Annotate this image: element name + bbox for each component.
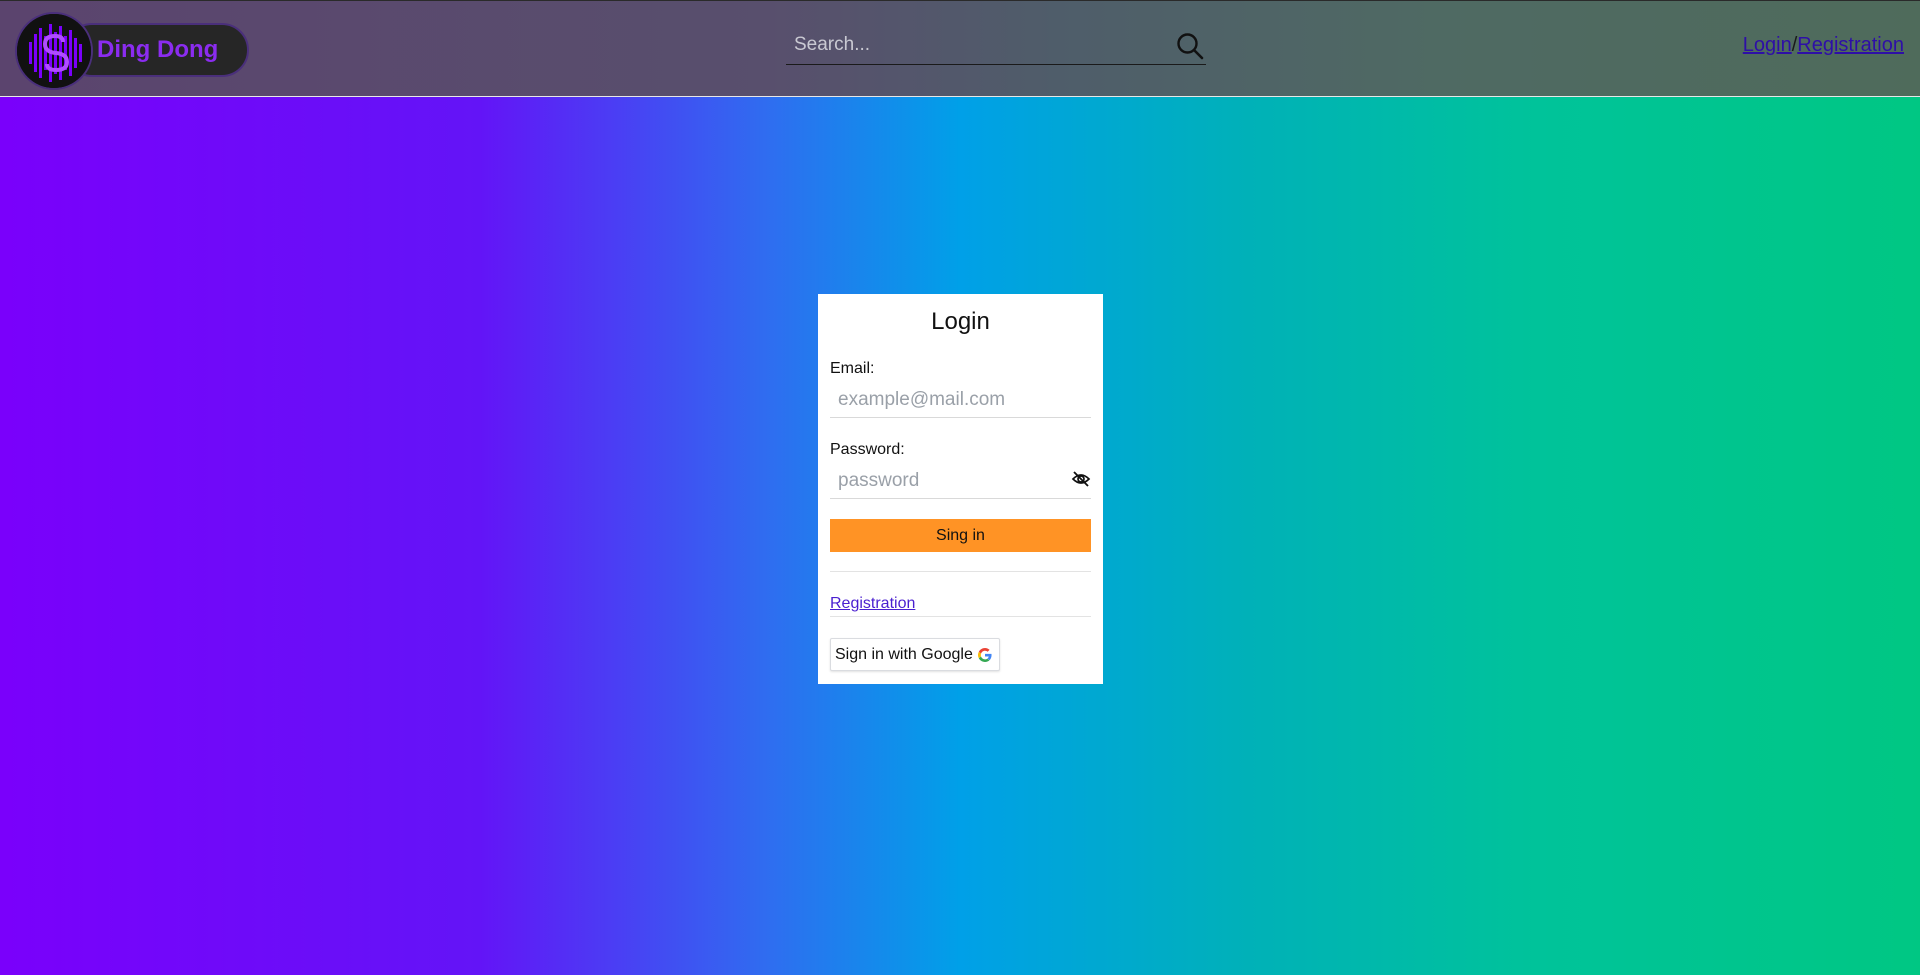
sign-in-button[interactable]: Sing in (830, 519, 1091, 552)
sound-wave-logo-icon (15, 12, 93, 90)
email-label: Email: (830, 360, 875, 377)
email-field[interactable] (830, 382, 1091, 418)
search-bar (786, 27, 1206, 65)
card-registration-link[interactable]: Registration (830, 595, 915, 613)
eye-off-icon[interactable] (1071, 469, 1091, 489)
login-card: Login Email: Password: Sing in Registrat… (818, 294, 1103, 684)
auth-links: Login/Registration (1743, 34, 1904, 57)
google-g-icon (977, 647, 992, 662)
search-input[interactable] (786, 27, 1166, 63)
brand-name: Ding Dong (97, 36, 219, 63)
registration-link[interactable]: Registration (1797, 34, 1904, 56)
google-sign-in-button[interactable]: Sign in with Google (830, 638, 1000, 671)
google-sign-in-label: Sign in with Google (835, 645, 973, 663)
password-field[interactable] (830, 463, 1091, 499)
divider (830, 571, 1091, 572)
password-label: Password: (830, 441, 905, 458)
top-navbar: Ding Dong Login/Registration (0, 0, 1920, 97)
divider (830, 616, 1091, 617)
magnifier-icon[interactable] (1176, 32, 1204, 60)
brand-logo[interactable]: Ding Dong (15, 12, 249, 90)
login-title: Login (931, 308, 990, 335)
login-link[interactable]: Login (1743, 34, 1792, 56)
